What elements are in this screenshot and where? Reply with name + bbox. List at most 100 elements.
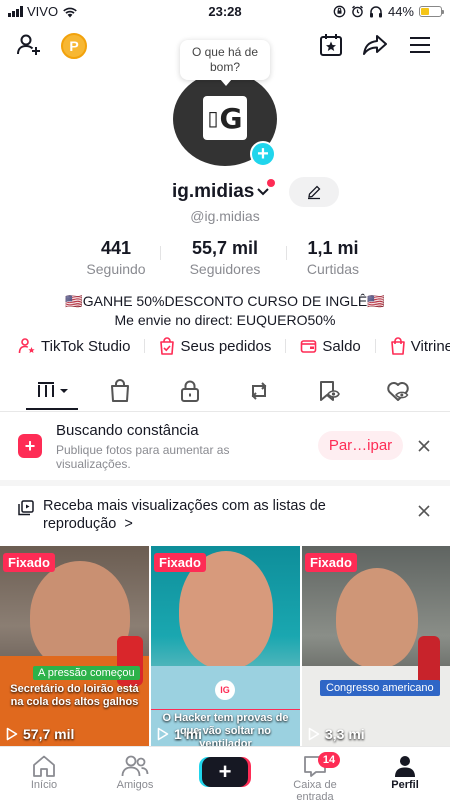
username[interactable]: ig.midias [172,181,270,203]
friends-icon [121,755,149,777]
status-right: 44% [333,4,444,19]
tiktok-studio-link[interactable]: TikTok Studio [18,337,130,355]
thumbnail-microphone [418,636,440,686]
promo-banner: + Buscando constância Publique fotos par… [0,414,450,480]
add-friend-button[interactable] [14,30,44,60]
tiktok-studio-label: TikTok Studio [41,337,131,355]
bio-line-2: Me envie no direct: EUQUERO50% [114,312,336,328]
stat-followers-value: 55,7 mil [191,238,259,258]
stat-likes-label: Curtidas [306,261,360,277]
view-count: 1 mi [157,726,202,742]
stat-followers[interactable]: 55,7 mil Seguidores [165,238,285,277]
bookmark-eye-icon [320,381,340,401]
tab-liked[interactable] [381,376,415,406]
rotation-lock-icon [333,5,346,18]
nav-friends-label: Amigos [116,779,154,791]
close-playlist-button[interactable] [415,502,433,520]
wallet-icon [301,340,317,353]
grid-icon [38,382,68,397]
profile-handle: @ig.midias [190,208,260,224]
menu-button[interactable] [405,30,435,60]
coin-icon[interactable]: P [61,33,87,59]
balance-link[interactable]: Saldo [300,337,361,355]
play-icon [157,727,169,741]
tab-shop[interactable] [103,376,137,406]
status-note-text: O que há de bom? [191,45,259,74]
view-count: 57,7 mil [6,726,74,742]
view-count: 3,3 mi [308,726,365,742]
view-count-value: 3,3 mi [325,726,365,742]
video-thumbnail[interactable]: Fixado Congresso americano 3,3 mi [302,546,450,746]
profile-links: TikTok Studio Seus pedidos Saldo Vitrine [18,337,450,355]
add-avatar-button[interactable]: + [250,141,276,167]
close-icon [418,505,430,517]
stat-divider [160,246,161,260]
tab-videos[interactable] [34,376,74,406]
stat-following[interactable]: 441 Seguindo [56,238,176,277]
nav-inbox[interactable]: Caixa de entrada [275,753,355,800]
bio: 🇺🇸GANHE 50%DESCONTO CURSO DE INGLÊ🇺🇸 Me … [0,292,450,330]
balance-label: Saldo [322,337,361,355]
calendar-star-icon [320,34,342,56]
video-grid: Fixado A pressão começou Secretário do l… [0,546,450,746]
play-icon [308,727,320,741]
showcase-link[interactable]: Vitrine [390,337,450,355]
view-count-value: 1 mi [174,726,203,742]
person-star-icon [18,338,35,354]
notification-dot [267,179,275,187]
nav-friends[interactable]: Amigos [95,753,175,791]
orders-link[interactable]: Seus pedidos [159,337,271,355]
inbox-badge: 14 [318,752,340,768]
edit-profile-button[interactable] [289,177,339,207]
tab-reposts[interactable] [242,376,276,406]
camera-plus-icon: + [18,434,42,458]
profile-icon [395,756,415,777]
close-promo-button[interactable] [415,437,433,455]
tab-saved[interactable] [312,376,346,406]
section-separator [0,480,450,486]
thumbnail-person [336,568,418,668]
play-icon [6,727,18,741]
tab-private[interactable] [173,376,207,406]
stat-likes-value: 1,1 mi [307,238,359,258]
status-note-bubble[interactable]: O que há de bom? [180,40,270,86]
nav-home[interactable]: Início [4,753,84,791]
alarm-icon [352,5,363,18]
nav-profile[interactable]: Perfil [365,753,445,791]
active-tab-indicator [26,408,78,410]
content-tabs [0,370,450,412]
favorites-button[interactable] [316,30,346,60]
playlist-icon [18,500,34,516]
avatar-logo: ▯ G [203,96,247,140]
status-bar: VIVO 23:28 44% [0,0,450,22]
heart-eye-icon [387,382,409,401]
promo-title: Buscando constância [56,422,199,439]
video-thumbnail[interactable]: IG Fixado O Hacker tem provas de que vão… [151,546,300,746]
video-logo: IG [215,680,235,700]
battery-icon [419,6,444,17]
bottom-nav: Início Amigos + Caixa de entrada 14 Perf… [0,746,450,800]
thumbnail-person [30,561,130,671]
link-divider [374,339,376,353]
link-divider [144,339,146,353]
repost-icon [251,382,267,400]
stat-likes[interactable]: 1,1 mi Curtidas [273,238,393,277]
lock-icon [181,380,199,402]
video-thumbnail[interactable]: Fixado A pressão começou Secretário do l… [0,546,149,746]
battery-label: 44% [387,4,414,19]
add-person-icon [17,34,40,55]
pinned-badge: Fixado [3,553,55,572]
view-count-value: 57,7 mil [23,726,75,742]
playlist-text: Receba mais visualizações com as listas … [43,497,343,533]
participate-button[interactable]: Par…ipar [318,431,403,460]
link-divider [285,339,287,353]
pinned-badge: Fixado [305,553,357,572]
username-text: ig.midias [172,181,255,202]
create-button[interactable]: + [202,757,248,787]
orders-label: Seus pedidos [180,337,272,355]
chevron-right-icon: > [124,516,133,532]
share-profile-button[interactable] [360,30,390,60]
shopping-bag-icon [390,337,405,355]
playlist-banner[interactable]: Receba mais visualizações com as listas … [0,490,450,546]
video-tag: Congresso americano [320,680,440,696]
